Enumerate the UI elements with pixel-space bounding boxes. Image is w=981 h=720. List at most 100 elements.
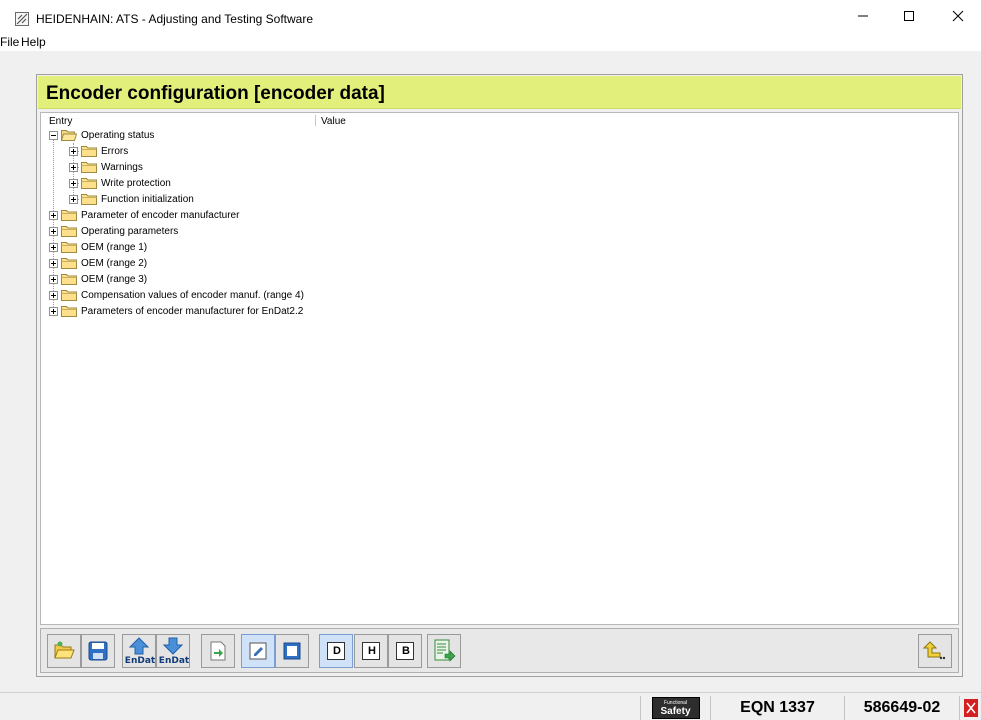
expand-icon[interactable] [49, 274, 58, 284]
safety-badge-bottom: Safety [660, 705, 691, 717]
expand-icon[interactable] [49, 242, 58, 252]
tree-node-parameters-endat22[interactable]: Parameters of encoder manufacturer for E… [49, 303, 303, 319]
tree-node-label: Warnings [101, 161, 143, 173]
column-header-value[interactable]: Value [321, 116, 346, 127]
collapse-icon[interactable] [49, 130, 58, 140]
tree-node-errors[interactable]: Errors [69, 143, 128, 159]
title-bar: HEIDENHAIN: ATS - Adjusting and Testing … [0, 0, 981, 31]
open-folder-icon [54, 641, 75, 659]
tree-node-parameter-of-encoder-manufacturer[interactable]: Parameter of encoder manufacturer [49, 207, 239, 223]
tree-node-label: OEM (range 3) [81, 273, 148, 285]
folder-icon [81, 162, 97, 173]
back-button[interactable] [918, 634, 952, 668]
upload-endat-button[interactable]: EnDat [122, 634, 156, 668]
menu-bar: File Help [0, 31, 981, 51]
folder-icon [61, 242, 77, 253]
expand-icon[interactable] [49, 226, 58, 236]
export-list-button[interactable] [427, 634, 461, 668]
folder-icon [61, 210, 77, 221]
tree-node-label: Write protection [101, 177, 171, 189]
expand-icon[interactable] [69, 194, 78, 204]
page-icon [283, 642, 301, 660]
tree-node-label: OEM (range 2) [81, 257, 148, 269]
tree-node-compensation-values[interactable]: Compensation values of encoder manuf. (r… [49, 287, 304, 303]
encoder-model-cell: EQN 1337 [710, 696, 844, 720]
menu-help[interactable]: Help [21, 35, 46, 49]
tree-node-write-protection[interactable]: Write protection [69, 175, 171, 191]
toolbar: EnDat EnDat D H B [40, 628, 959, 673]
encoder-id-cell: 586649-02 [844, 696, 959, 720]
folder-icon [61, 306, 77, 317]
tree-node-label: Parameter of encoder manufacturer [81, 209, 240, 221]
encoder-model: EQN 1337 [740, 699, 815, 716]
download-endat-button[interactable]: EnDat [156, 634, 190, 668]
folder-icon [81, 178, 97, 189]
decimal-format-label: D [333, 645, 341, 657]
upload-endat-label: EnDat [124, 656, 156, 666]
tree-node-warnings[interactable]: Warnings [69, 159, 143, 175]
expand-icon[interactable] [49, 290, 58, 300]
encoder-config-panel: Encoder configuration [encoder data] Ent… [36, 74, 963, 677]
save-icon [88, 641, 108, 661]
tree-view[interactable]: Entry Value Operating status Errors Warn… [40, 112, 959, 625]
decimal-format-button[interactable]: D [319, 634, 353, 668]
folder-open-icon [61, 130, 77, 141]
hex-format-label: H [368, 645, 376, 657]
folder-icon [81, 194, 97, 205]
tree-node-function-initialization[interactable]: Function initialization [69, 191, 194, 207]
column-header-entry[interactable]: Entry [49, 116, 72, 127]
save-button[interactable] [81, 634, 115, 668]
functional-safety-badge: Functional Safety [651, 697, 700, 719]
download-endat-label: EnDat [158, 656, 190, 666]
tree-node-label: Operating status [81, 129, 155, 141]
edit-icon [249, 642, 267, 660]
expand-icon[interactable] [69, 178, 78, 188]
heidenhain-app-icon [15, 12, 29, 26]
binary-format-label: B [402, 645, 410, 657]
tree-node-label: Compensation values of encoder manuf. (r… [81, 289, 304, 301]
window-title: HEIDENHAIN: ATS - Adjusting and Testing … [36, 12, 314, 26]
import-icon [210, 641, 226, 661]
folder-icon [81, 146, 97, 157]
tree-node-label: Errors [101, 145, 129, 157]
functional-safety-cell: Functional Safety [640, 696, 710, 720]
alert-icon[interactable] [963, 698, 979, 718]
tree-node-label: Operating parameters [81, 225, 179, 237]
folder-icon [61, 274, 77, 285]
encoder-id: 586649-02 [863, 699, 941, 716]
tree-node-oem-range-1[interactable]: OEM (range 1) [49, 239, 147, 255]
open-button[interactable] [47, 634, 81, 668]
expand-icon[interactable] [49, 258, 58, 268]
view-button[interactable] [275, 634, 309, 668]
menu-file[interactable]: File [0, 35, 19, 49]
tree-node-oem-range-2[interactable]: OEM (range 2) [49, 255, 147, 271]
expand-icon[interactable] [69, 162, 78, 172]
folder-icon [61, 290, 77, 301]
column-headers: Entry Value [41, 113, 958, 128]
maximize-button[interactable] [886, 0, 932, 31]
binary-format-button[interactable]: B [388, 634, 422, 668]
close-icon [952, 10, 964, 21]
edit-button[interactable] [241, 634, 275, 668]
maximize-icon [904, 10, 914, 21]
panel-title: Encoder configuration [encoder data] [46, 83, 385, 104]
expand-icon[interactable] [49, 306, 58, 316]
column-divider[interactable] [315, 115, 316, 126]
minimize-button[interactable] [840, 0, 886, 31]
folder-icon [61, 226, 77, 237]
tree-node-operating-status[interactable]: Operating status [49, 127, 154, 143]
app-window: HEIDENHAIN: ATS - Adjusting and Testing … [0, 0, 981, 720]
tree-node-oem-range-3[interactable]: OEM (range 3) [49, 271, 147, 287]
export-list-icon [434, 639, 456, 662]
expand-icon[interactable] [69, 146, 78, 156]
tree-node-operating-parameters[interactable]: Operating parameters [49, 223, 178, 239]
hex-format-button[interactable]: H [354, 634, 388, 668]
tree-node-label: OEM (range 1) [81, 241, 148, 253]
import-button[interactable] [201, 634, 235, 668]
close-button[interactable] [935, 0, 981, 31]
alert-cell [959, 696, 981, 720]
expand-icon[interactable] [49, 210, 58, 220]
panel-header: Encoder configuration [encoder data] [38, 76, 961, 109]
tree-node-label: Function initialization [101, 193, 194, 205]
folder-icon [61, 258, 77, 269]
